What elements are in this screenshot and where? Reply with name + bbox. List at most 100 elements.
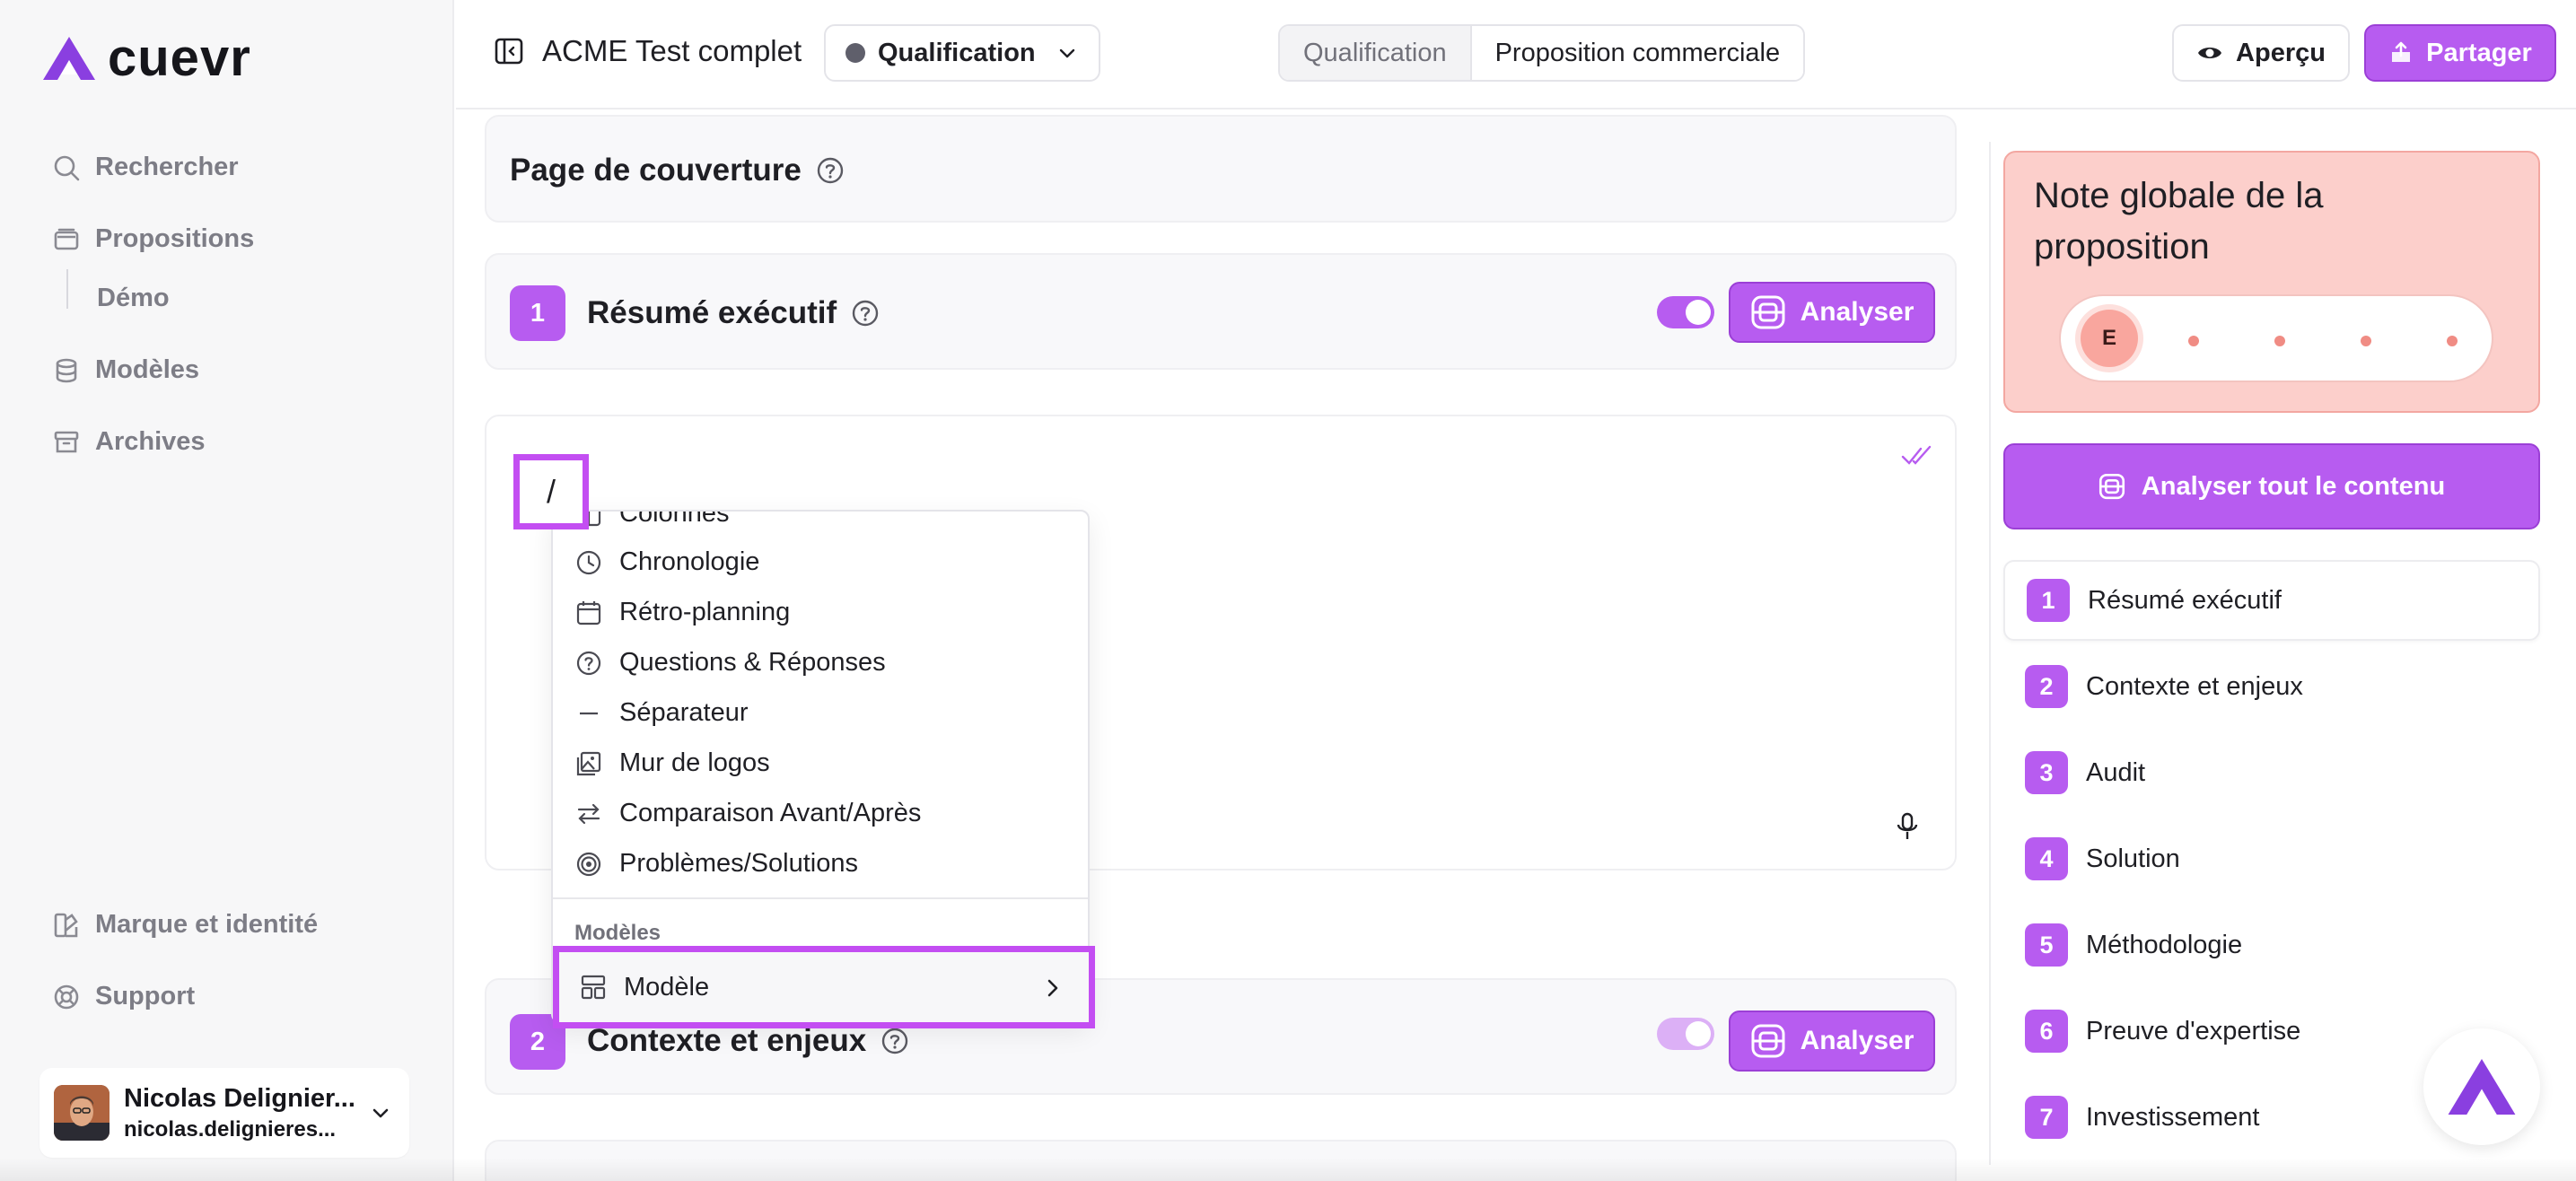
menu-item-separateur[interactable]: Séparateur — [574, 698, 749, 728]
microphone-icon[interactable] — [1894, 811, 1921, 842]
menu-item-label: Problèmes/Solutions — [619, 849, 858, 878]
toc-label: Contexte et enjeux — [2086, 671, 2303, 701]
section-number: 1 — [510, 285, 565, 341]
tab-proposition-commerciale[interactable]: Proposition commerciale — [1471, 26, 1804, 80]
cover-title-text: Page de couverture — [510, 153, 802, 188]
menu-item-label: Mur de logos — [619, 748, 770, 777]
palette-icon — [54, 913, 78, 937]
toc-label: Preuve d'expertise — [2086, 1016, 2301, 1045]
menu-item-modele[interactable]: Modèle — [553, 946, 1095, 1028]
section-title-text[interactable]: Contexte et enjeux — [587, 1023, 866, 1059]
analyser-button[interactable]: Analyser — [1729, 282, 1935, 343]
sidebar-item-label: Archives — [95, 427, 206, 456]
menu-item-label: Chronologie — [619, 547, 760, 576]
toc-number: 6 — [2025, 1010, 2068, 1053]
database-icon — [56, 358, 77, 382]
menu-item-mur-de-logos[interactable]: Mur de logos — [574, 748, 770, 778]
chevron-right-icon — [1047, 979, 1058, 997]
menu-item-chronologie[interactable]: Chronologie — [574, 547, 759, 577]
toc-label: Investissement — [2086, 1102, 2260, 1132]
sidebar-item-support[interactable]: Support — [52, 982, 195, 1011]
analyser-button[interactable]: Analyser — [1729, 1010, 1935, 1072]
search-icon — [54, 155, 80, 180]
avatar — [54, 1085, 110, 1141]
apercu-button[interactable]: Aperçu — [2172, 24, 2350, 82]
images-icon — [576, 751, 601, 775]
slash-command-input[interactable]: / — [513, 454, 589, 529]
sidebar-item-modeles[interactable]: Modèles — [52, 355, 199, 385]
user-name: Nicolas Delignier... — [124, 1083, 355, 1113]
apercu-label: Aperçu — [2236, 38, 2326, 67]
sidebar-item-label: Modèles — [95, 355, 200, 384]
partager-label: Partager — [2426, 38, 2532, 67]
sidebar-subitem-demo[interactable]: Démo — [97, 284, 170, 313]
help-icon[interactable] — [881, 1027, 909, 1055]
status-value: Qualification — [878, 38, 1036, 67]
toc-number: 3 — [2025, 751, 2068, 794]
cover-page-card[interactable]: Page de couverture — [485, 115, 1957, 223]
section-title: Résumé exécutif — [587, 295, 880, 331]
analyser-label: Analyser — [1800, 1026, 1914, 1055]
toc-item[interactable]: 2 Contexte et enjeux — [2003, 646, 2540, 727]
sidebar-item-label: Support — [95, 982, 196, 1010]
score-grade: E — [2081, 310, 2138, 367]
sidebar-item-archives[interactable]: Archives — [52, 427, 206, 457]
toggle-sidebar-icon[interactable] — [494, 36, 524, 66]
sidebar-item-label: Marque et identité — [95, 910, 319, 939]
view-tabs: Qualification Proposition commerciale — [1278, 24, 1806, 82]
section-toggle[interactable] — [1657, 296, 1714, 328]
cuevr-logo-icon — [43, 37, 95, 80]
sidebar-item-rechercher[interactable]: Rechercher — [52, 153, 239, 182]
brand-logo[interactable]: cuevr — [41, 32, 251, 84]
score-step-dot — [2447, 336, 2458, 346]
analyse-icon — [1751, 295, 1785, 329]
lifebuoy-icon — [54, 984, 79, 1009]
menu-item-colonnes[interactable]: Colonnes — [574, 512, 730, 529]
assistant-button[interactable] — [2423, 1028, 2540, 1145]
status-dot — [846, 43, 865, 63]
template-icon — [581, 975, 606, 1000]
toc-number: 7 — [2025, 1096, 2068, 1139]
section-title: Contexte et enjeux — [587, 1023, 909, 1059]
toc-label: Méthodologie — [2086, 930, 2243, 959]
analyse-all-button[interactable]: Analyser tout le contenu — [2003, 443, 2540, 529]
tree-line — [66, 269, 68, 309]
menu-item-comparaison[interactable]: Comparaison Avant/Après — [574, 799, 921, 828]
top-bar: ACME Test complet Qualification Qualific… — [456, 0, 2576, 109]
score-step-dot — [2188, 336, 2199, 346]
clock-icon — [576, 550, 601, 574]
toc-label: Solution — [2086, 844, 2180, 873]
brand-name: cuevr — [108, 29, 251, 87]
menu-item-questions-reponses[interactable]: Questions & Réponses — [574, 648, 886, 678]
saved-check-icon — [1901, 445, 1932, 465]
target-icon — [576, 852, 601, 876]
section-toggle[interactable] — [1657, 1018, 1714, 1050]
bottom-shade — [0, 1158, 2576, 1181]
analyser-label: Analyser — [1800, 297, 1914, 327]
sidebar-item-propositions[interactable]: Propositions — [52, 224, 254, 254]
user-info: Nicolas Delignier... nicolas.delignieres… — [124, 1084, 355, 1142]
toc-number: 4 — [2025, 837, 2068, 880]
menu-section-label: Modèles — [574, 921, 662, 945]
menu-item-retro-planning[interactable]: Rétro-planning — [574, 598, 790, 627]
menu-item-label: Modèle — [624, 972, 710, 1002]
toc-number: 2 — [2025, 665, 2068, 708]
status-select[interactable]: Qualification — [824, 24, 1100, 82]
document-title[interactable]: ACME Test complet — [542, 34, 802, 68]
section-title-text[interactable]: Résumé exécutif — [587, 295, 837, 331]
user-menu[interactable]: Nicolas Delignier... nicolas.delignieres… — [39, 1068, 409, 1158]
score-step-dot — [2274, 336, 2285, 346]
toc-item[interactable]: 1 Résumé exécutif — [2003, 560, 2540, 641]
sidebar-item-marque[interactable]: Marque et identité — [52, 910, 318, 940]
toc-item[interactable]: 4 Solution — [2003, 818, 2540, 899]
help-icon[interactable] — [851, 299, 880, 328]
toc-item[interactable]: 5 Méthodologie — [2003, 905, 2540, 985]
score-scale: E — [2059, 294, 2493, 382]
help-icon[interactable] — [816, 156, 845, 185]
toc-item[interactable]: 3 Audit — [2003, 732, 2540, 813]
tab-qualification[interactable]: Qualification — [1280, 26, 1472, 80]
menu-item-problemes-solutions[interactable]: Problèmes/Solutions — [574, 849, 858, 879]
sidebar-item-label: Propositions — [95, 224, 255, 253]
menu-item-label: Comparaison Avant/Après — [619, 799, 922, 827]
partager-button[interactable]: Partager — [2364, 24, 2556, 82]
